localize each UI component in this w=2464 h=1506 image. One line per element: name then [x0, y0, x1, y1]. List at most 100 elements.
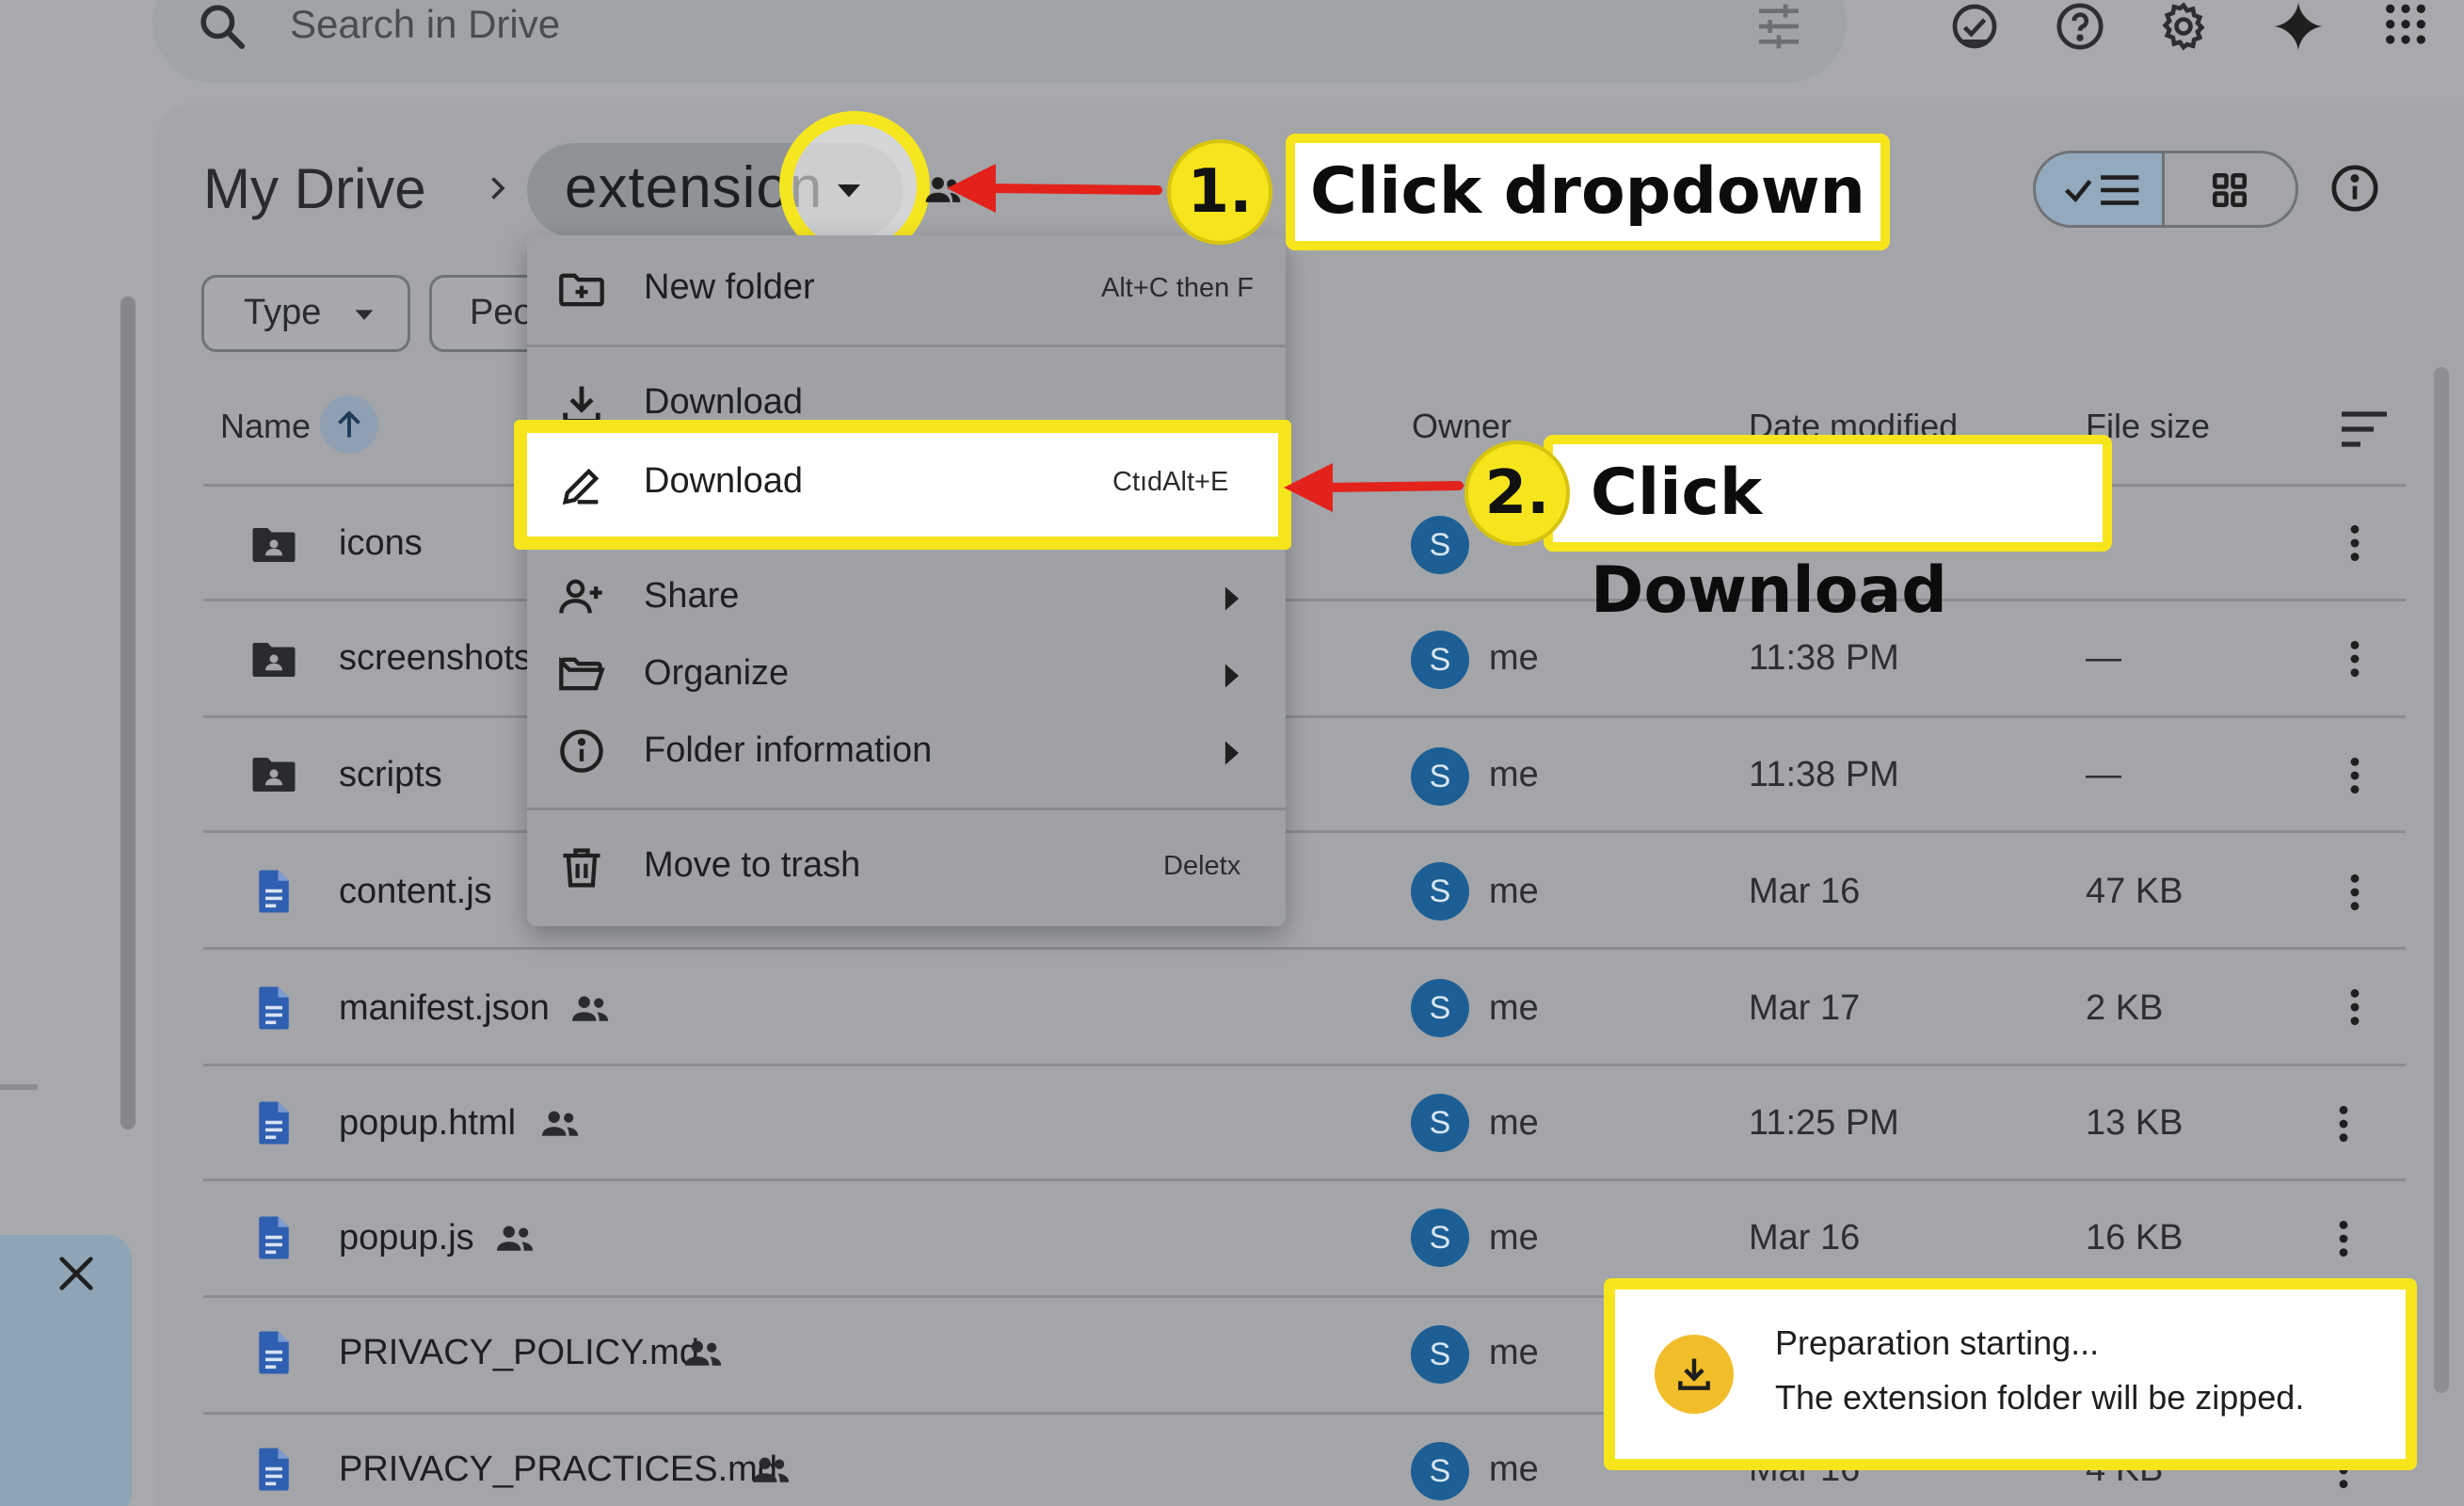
rename-pencil-icon [562, 468, 600, 505]
more-actions-icon[interactable] [2344, 522, 2366, 564]
shortcut-download: CtıdAlt+E [1112, 467, 1229, 497]
close-icon[interactable] [55, 1252, 98, 1295]
search-options-icon[interactable] [1752, 0, 1805, 53]
more-actions-icon[interactable] [2344, 755, 2366, 796]
file-name[interactable]: scripts [339, 755, 442, 795]
menu-item-move-to-trash[interactable]: Move to trash [644, 845, 860, 886]
owner-avatar: S [1411, 862, 1469, 921]
more-actions-icon[interactable] [2344, 872, 2366, 913]
shared-folder-icon [252, 643, 296, 677]
check-list-icon [2065, 175, 2139, 205]
file-name[interactable]: PRIVACY_PRACTICES.md [339, 1450, 777, 1490]
owner-avatar: S [1411, 1209, 1469, 1267]
filter-people-label: Peo [470, 293, 534, 332]
shortcut-new-folder: Alt+C then F [1101, 273, 1254, 303]
filter-type-label: Type [244, 293, 322, 332]
toast-title: Preparation starting... [1775, 1323, 2100, 1362]
shortcut-trash: Deletx [1163, 851, 1241, 881]
search-input[interactable]: Search in Drive [290, 2, 560, 47]
shared-folder-icon [252, 528, 296, 562]
toast-message: The extension folder will be zipped. [1775, 1378, 2305, 1417]
menu-item-organize[interactable]: Organize [644, 653, 789, 694]
trash-icon [563, 848, 600, 888]
callout-arrow-2 [1284, 463, 1464, 512]
document-icon [259, 1216, 289, 1259]
folder-open-icon [559, 656, 605, 691]
file-list-scrollbar[interactable] [2434, 367, 2449, 1393]
file-name[interactable]: popup.html [339, 1103, 516, 1144]
date-modified: 11:38 PM [1749, 755, 1899, 794]
sort-direction-button[interactable] [320, 395, 378, 454]
details-info-icon[interactable] [2328, 162, 2381, 215]
gemini-sparkle-icon[interactable] [2270, 0, 2327, 53]
file-name[interactable]: popup.js [339, 1218, 474, 1258]
menu-item-download-highlighted[interactable]: Download [644, 461, 803, 502]
date-modified: Mar 16 [1749, 872, 1861, 911]
shared-folder-icon [252, 758, 296, 792]
shared-people-icon [572, 996, 609, 1021]
breadcrumb-my-drive[interactable]: My Drive [203, 156, 426, 221]
folder-context-menu [527, 235, 1286, 926]
row-divider [203, 1178, 2406, 1181]
toast-download-badge [1655, 1335, 1734, 1414]
file-size: 16 KB [2086, 1218, 2184, 1258]
column-header-owner[interactable]: Owner [1412, 407, 1512, 446]
shared-people-icon [685, 1340, 722, 1366]
file-name[interactable]: icons [339, 523, 423, 564]
submenu-arrow-icon [1224, 664, 1240, 688]
more-actions-icon[interactable] [2332, 1103, 2355, 1145]
shared-people-icon [497, 1226, 534, 1251]
settings-gear-icon[interactable] [2155, 0, 2212, 53]
apps-grid-icon[interactable] [2377, 0, 2434, 53]
file-name[interactable]: manifest.json [339, 988, 550, 1029]
download-icon [1678, 1358, 1710, 1390]
menu-item-share[interactable]: Share [644, 576, 739, 617]
document-icon [259, 986, 289, 1030]
chevron-down-icon [355, 310, 374, 320]
shared-people-icon [542, 1111, 579, 1136]
list-view-button[interactable] [2036, 153, 2166, 225]
document-icon [259, 1101, 289, 1145]
owner-avatar: S [1411, 631, 1469, 689]
document-icon [259, 870, 289, 913]
file-name[interactable]: content.js [339, 872, 492, 912]
file-name[interactable]: PRIVACY_POLICY.md [339, 1333, 699, 1373]
submenu-arrow-icon [1224, 586, 1240, 611]
owner-name: me [1489, 988, 1539, 1028]
step-1-label: Click dropdown [1286, 134, 1890, 250]
view-toggle[interactable] [2033, 151, 2298, 228]
file-size: 13 KB [2086, 1103, 2184, 1143]
sidebar-scrollbar[interactable] [120, 296, 136, 1130]
row-divider [203, 947, 2406, 950]
owner-name: me [1489, 872, 1539, 911]
sort-options-icon[interactable] [2338, 409, 2391, 450]
grid-view-button[interactable] [2165, 153, 2296, 225]
filter-type-chip[interactable]: Type [201, 275, 410, 352]
owner-name: me [1489, 755, 1539, 794]
file-size: 2 KB [2086, 988, 2164, 1028]
offline-status-icon[interactable] [1946, 0, 2003, 53]
date-modified: 11:38 PM [1749, 638, 1899, 678]
document-icon [259, 1331, 289, 1374]
step-2-badge: 2. [1464, 441, 1570, 546]
owner-name: me [1489, 1218, 1539, 1258]
menu-item-folder-information[interactable]: Folder information [644, 730, 932, 771]
owner-avatar: S [1411, 1325, 1469, 1384]
sidebar-divider [0, 1084, 38, 1090]
arrow-up-icon [338, 410, 360, 438]
file-name[interactable]: screenshots [339, 638, 532, 679]
menu-item-download[interactable]: Download [644, 382, 803, 423]
column-header-name[interactable]: Name [220, 407, 311, 446]
owner-name: me [1489, 1450, 1539, 1489]
more-actions-icon[interactable] [2344, 638, 2366, 680]
dropdown-arrow-icon[interactable] [832, 177, 866, 203]
submenu-arrow-icon [1224, 741, 1240, 765]
owner-avatar: S [1411, 979, 1469, 1037]
more-actions-icon[interactable] [2344, 986, 2366, 1028]
menu-item-new-folder[interactable]: New folder [644, 267, 815, 308]
more-actions-icon[interactable] [2332, 1218, 2355, 1259]
help-icon[interactable] [2052, 0, 2108, 53]
row-divider [203, 1064, 2406, 1066]
new-folder-icon [559, 273, 604, 307]
grid-icon [2213, 172, 2248, 208]
